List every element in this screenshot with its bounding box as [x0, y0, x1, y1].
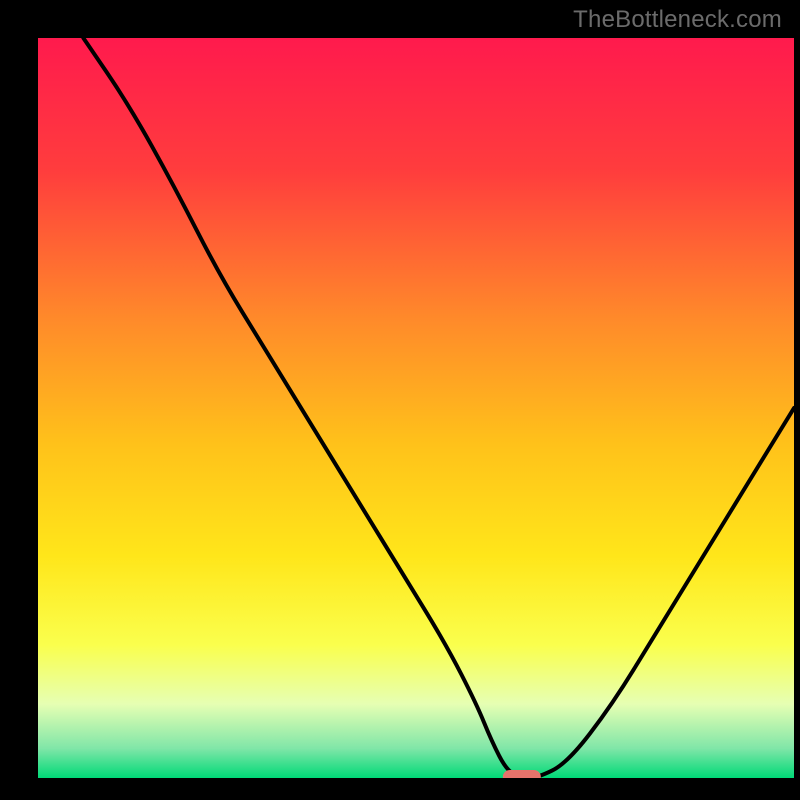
bottleneck-chart	[0, 0, 800, 800]
optimal-marker	[503, 770, 541, 784]
chart-container: TheBottleneck.com	[0, 0, 800, 800]
watermark-text: TheBottleneck.com	[573, 6, 782, 34]
